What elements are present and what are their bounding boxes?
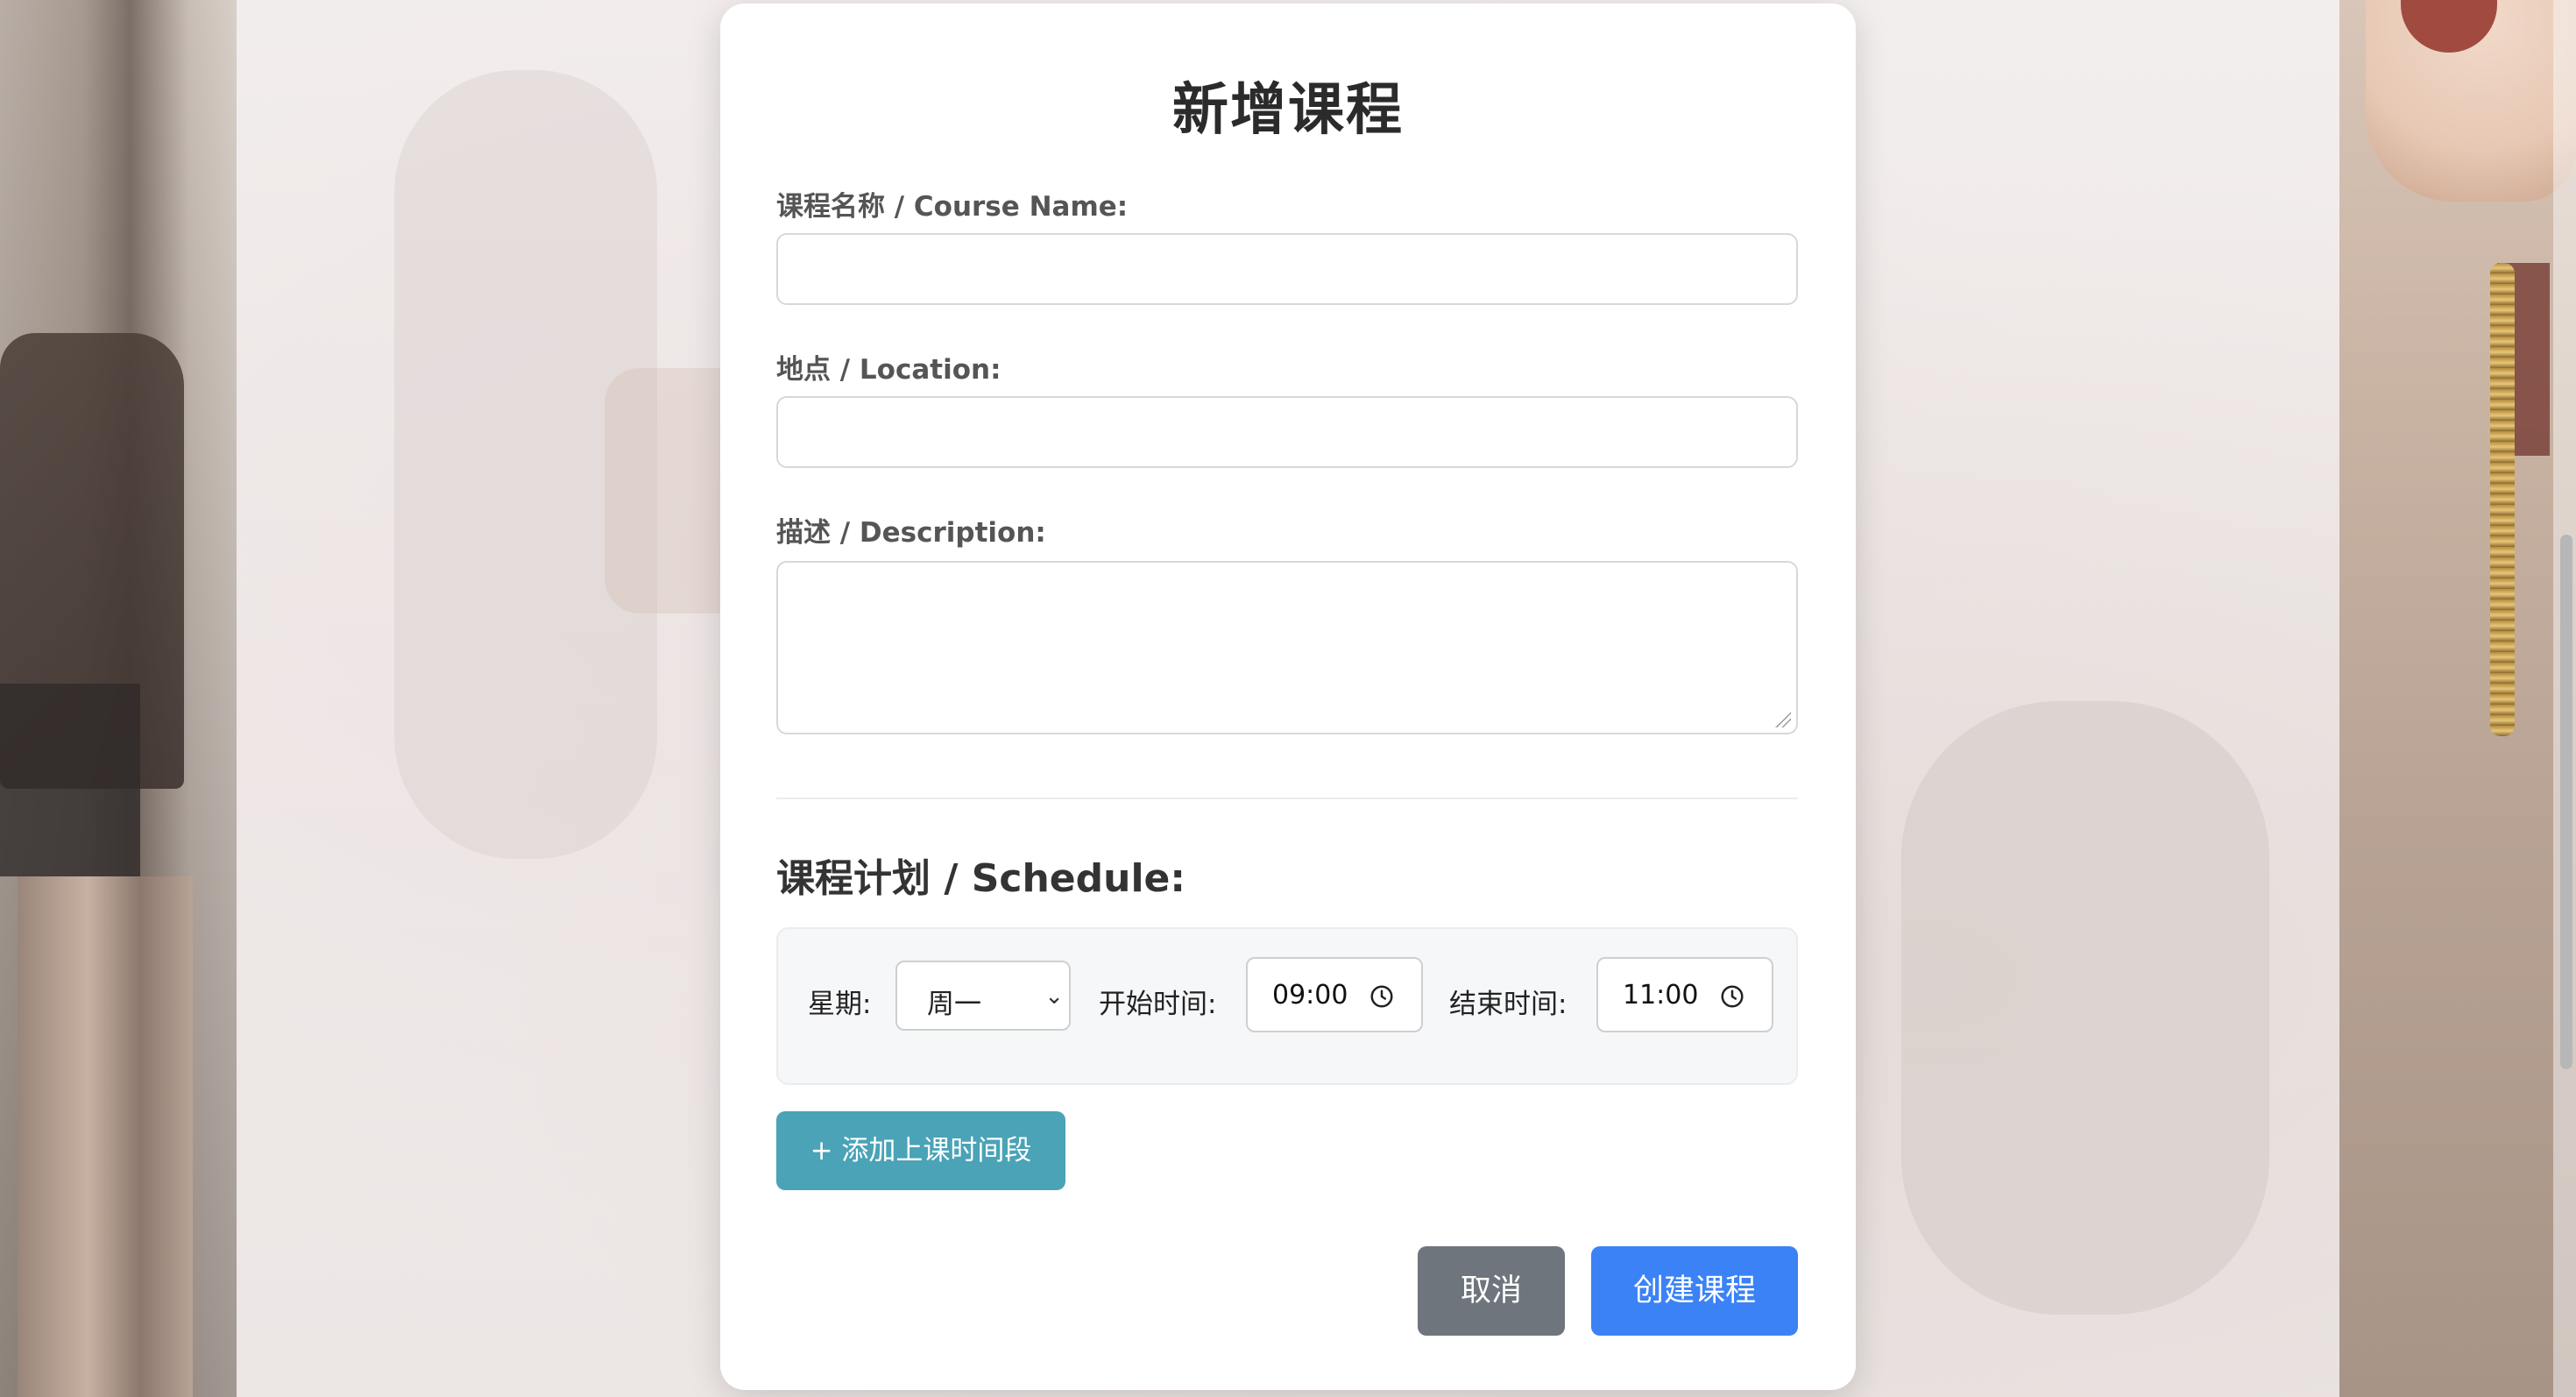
clock-icon[interactable] — [1719, 983, 1745, 1010]
clock-icon[interactable] — [1369, 983, 1395, 1010]
scrollbar[interactable] — [2553, 0, 2576, 1397]
description-label: 描述 / Description: — [776, 517, 1046, 549]
location-label: 地点 / Location: — [776, 354, 1001, 386]
start-time-label: 开始时间: — [1099, 989, 1217, 1020]
background-art-right — [2339, 0, 2576, 1397]
end-time-label: 结束时间: — [1449, 989, 1568, 1020]
start-time-input[interactable]: 09:00 — [1246, 957, 1423, 1032]
chevron-down-icon: ⌄ — [1044, 983, 1064, 1010]
course-name-input[interactable] — [776, 233, 1798, 305]
modal-title: 新增课程 — [1172, 78, 1404, 143]
end-time-value: 11:00 — [1623, 980, 1699, 1011]
course-name-label: 课程名称 / Course Name: — [776, 191, 1129, 223]
description-textarea[interactable] — [776, 561, 1798, 734]
scrollbar-thumb[interactable] — [2560, 535, 2572, 1069]
weekday-select[interactable]: 周一 ⌄ — [895, 961, 1071, 1031]
background-art-left — [0, 0, 237, 1397]
weekday-select-value: 周一 — [927, 989, 981, 1020]
add-time-slot-button[interactable]: + 添加上课时间段 — [776, 1111, 1065, 1190]
location-input[interactable] — [776, 396, 1798, 468]
new-course-modal: 新增课程 课程名称 / Course Name: 地点 / Location: … — [720, 4, 1856, 1390]
start-time-value: 09:00 — [1272, 980, 1348, 1011]
end-time-input[interactable]: 11:00 — [1596, 957, 1773, 1032]
weekday-label: 星期: — [808, 989, 872, 1020]
schedule-row: 星期: 周一 ⌄ 开始时间: 09:00 结束时间: 11:00 — [776, 927, 1798, 1085]
divider — [776, 798, 1798, 799]
schedule-title: 课程计划 / Schedule: — [776, 856, 1185, 901]
resize-handle-icon[interactable] — [1775, 712, 1791, 727]
page: 新增课程 课程名称 / Course Name: 地点 / Location: … — [0, 0, 2576, 1397]
cancel-button[interactable]: 取消 — [1418, 1246, 1565, 1336]
create-course-button[interactable]: 创建课程 — [1591, 1246, 1798, 1336]
